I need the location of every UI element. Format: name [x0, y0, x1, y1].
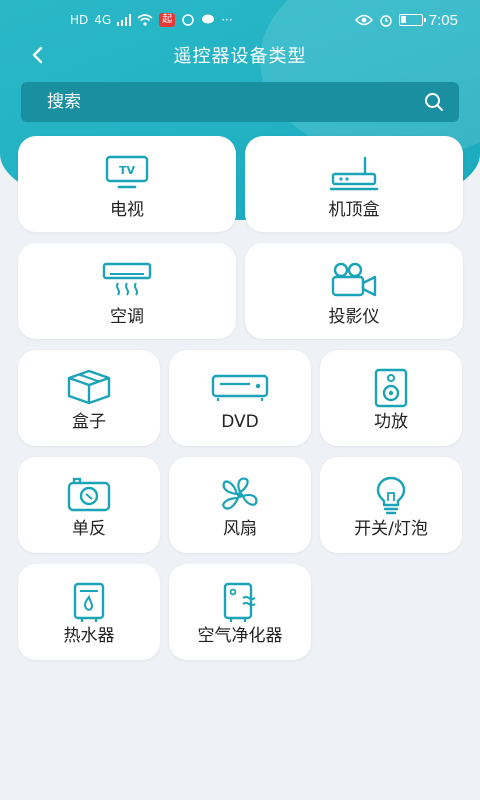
- app-badge: 起: [159, 13, 176, 27]
- device-label: 盒子: [72, 412, 106, 432]
- device-card-water-heater[interactable]: 热水器: [18, 564, 160, 660]
- battery-icon: [398, 14, 426, 26]
- alarm-icon: [380, 15, 392, 27]
- device-card-amplifier[interactable]: 功放: [320, 350, 462, 446]
- fan-icon: [222, 477, 258, 510]
- air-conditioner-icon: [102, 262, 152, 296]
- device-card-camera[interactable]: 单反: [18, 457, 160, 553]
- app-bar: 遥控器设备类型: [0, 36, 480, 74]
- status-left: HD 4G 起 ···: [70, 13, 233, 27]
- device-label: DVD: [221, 412, 259, 432]
- chevron-left-icon: [32, 46, 43, 64]
- network-indicator: 4G: [94, 13, 112, 27]
- device-label: 功放: [374, 412, 408, 432]
- device-label: 电视: [110, 200, 144, 220]
- device-card-tv[interactable]: TV 电视: [18, 136, 236, 232]
- light-bulb-icon: [376, 476, 406, 515]
- device-label: 风扇: [223, 519, 257, 539]
- device-card-air-conditioner[interactable]: 空调: [18, 243, 236, 339]
- device-label: 单反: [72, 519, 106, 539]
- device-label: 空气净化器: [197, 626, 283, 646]
- device-card-projector[interactable]: 投影仪: [245, 243, 463, 339]
- box-icon: [67, 369, 111, 405]
- status-bar: HD 4G 起 ··· 7:05: [0, 0, 480, 40]
- device-label: 机顶盒: [328, 200, 380, 220]
- eye-icon: [354, 14, 373, 26]
- search-icon[interactable]: [423, 91, 445, 113]
- back-button[interactable]: [22, 40, 52, 70]
- camera-icon: [67, 477, 111, 512]
- device-label: 空调: [110, 307, 144, 327]
- more-indicator: ···: [221, 13, 233, 27]
- dvd-player-icon: [211, 374, 269, 401]
- device-card-set-top-box[interactable]: 机顶盒: [245, 136, 463, 232]
- device-card-dvd[interactable]: DVD: [169, 350, 311, 446]
- set-top-box-icon: [329, 156, 379, 191]
- projector-icon: [331, 262, 377, 297]
- chat-icon: [202, 14, 215, 24]
- hd-indicator: HD: [70, 13, 89, 27]
- device-label: 开关/灯泡: [354, 519, 428, 539]
- device-card-fan[interactable]: 风扇: [169, 457, 311, 553]
- device-card-switch-light[interactable]: 开关/灯泡: [320, 457, 462, 553]
- tv-icon: TV: [105, 155, 149, 189]
- svg-text:TV: TV: [119, 164, 136, 177]
- search-input[interactable]: [47, 92, 423, 112]
- status-right: 7:05: [354, 11, 458, 29]
- device-label: 投影仪: [328, 307, 380, 327]
- search-bar[interactable]: [21, 82, 459, 122]
- notification-icon: [182, 14, 194, 26]
- device-label: 热水器: [63, 626, 115, 646]
- water-heater-icon: [73, 582, 105, 622]
- speaker-icon: [374, 368, 408, 408]
- signal-icon: [117, 14, 132, 26]
- wifi-icon: [137, 14, 153, 26]
- page-title: 遥控器设备类型: [173, 46, 307, 67]
- air-purifier-icon: [223, 582, 256, 622]
- clock: 7:05: [428, 11, 458, 29]
- device-card-box[interactable]: 盒子: [18, 350, 160, 446]
- device-card-air-purifier[interactable]: 空气净化器: [169, 564, 311, 660]
